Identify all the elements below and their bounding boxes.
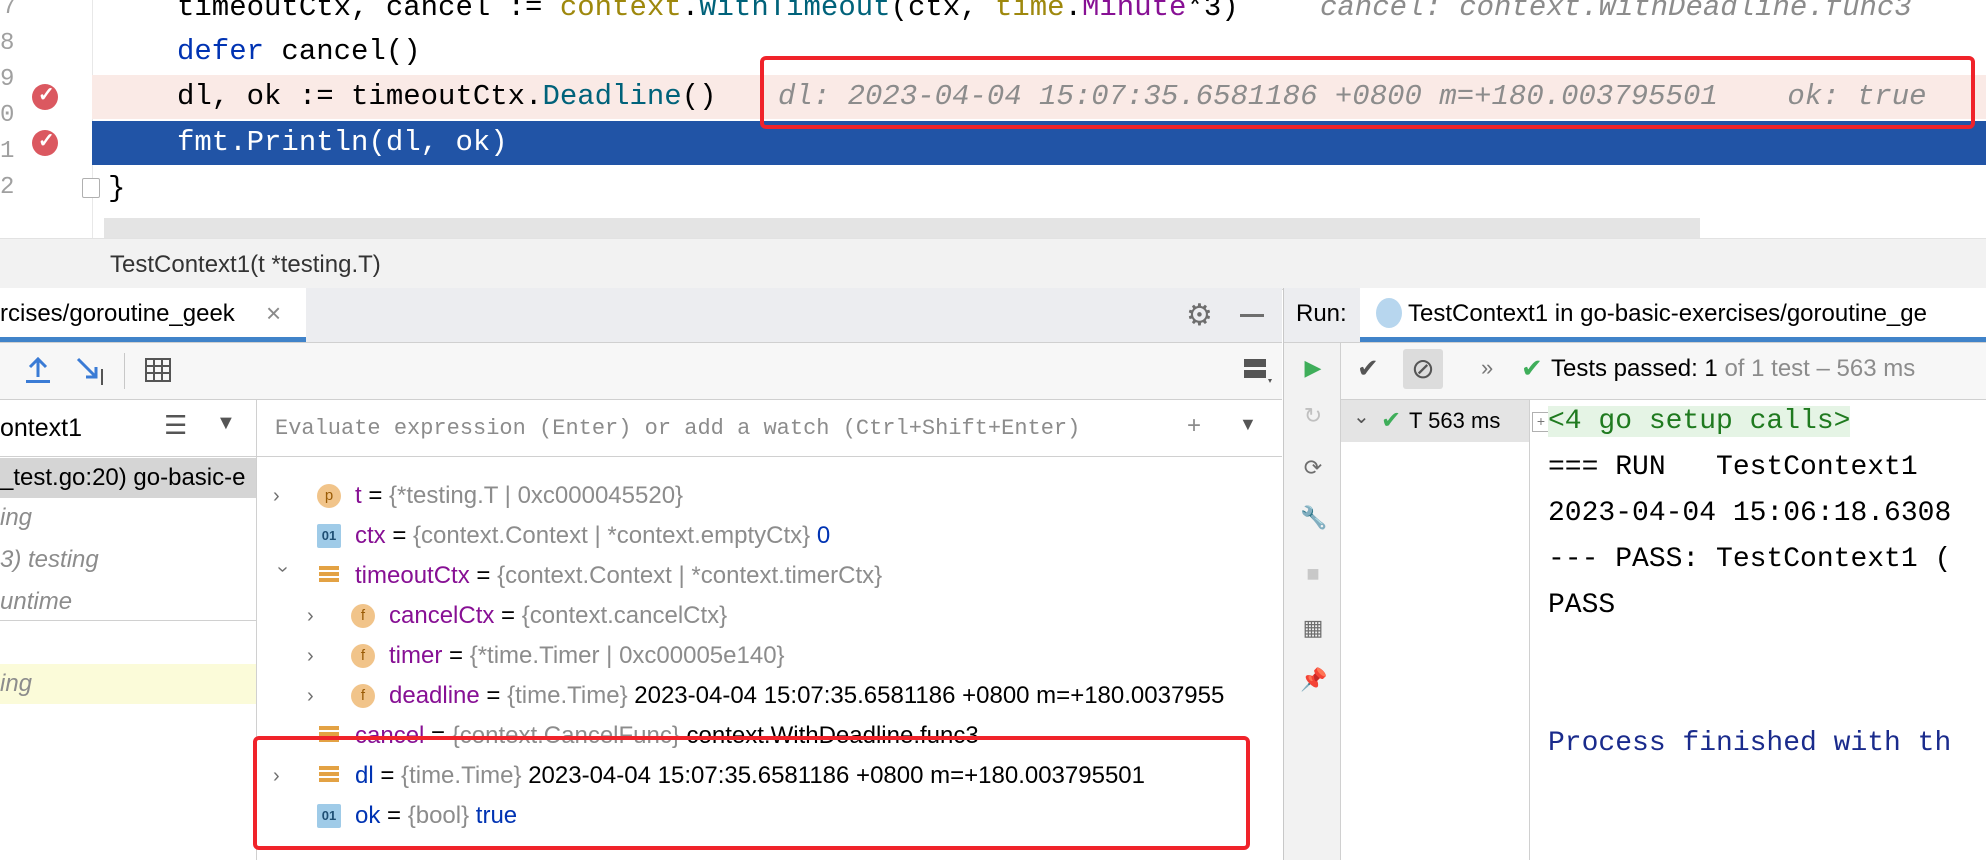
- frame-item[interactable]: _test.go:20) go-basic-e: [0, 458, 256, 498]
- rerun-failed-icon[interactable]: ↻: [1300, 403, 1326, 429]
- field-icon: f: [351, 644, 375, 668]
- console-line: Process finished with th: [1548, 728, 1952, 759]
- field-icon: f: [351, 604, 375, 628]
- debug-toolbar: [0, 343, 1282, 400]
- editor-gutter[interactable]: 7 8 9 0 1 2: [0, 0, 100, 238]
- check-icon: ✔: [1521, 353, 1543, 383]
- collapse-arrow-icon[interactable]: ›: [263, 566, 303, 586]
- run-config-tab[interactable]: TestContext1 in go-basic-exercises/gorou…: [1360, 288, 1986, 342]
- frame-item[interactable]: 3) testing: [0, 540, 256, 580]
- highlight-box: [253, 736, 1250, 850]
- debug-tab-bar: rcises/goroutine_geek × ⚙: [0, 288, 1282, 343]
- evaluate-expression-placeholder: Evaluate expression (Enter) or add a wat…: [275, 416, 1081, 441]
- highlight-box: [760, 56, 1975, 129]
- debug-tool-window: rcises/goroutine_geek × ⚙ ontext1 ☰ ▼ _t…: [0, 288, 1282, 860]
- console-line: 2023-04-04 15:06:18.6308: [1548, 498, 1952, 529]
- line-number: 1: [0, 138, 15, 165]
- add-watch-icon[interactable]: +: [1187, 412, 1201, 440]
- code-line: timeoutCtx, cancel := context.WithTimeou…: [92, 0, 1986, 30]
- gear-icon[interactable]: ⚙: [1186, 298, 1213, 333]
- evaluate-expression-field[interactable]: Evaluate expression (Enter) or add a wat…: [257, 400, 1282, 457]
- breadcrumb-item[interactable]: TestContext1(t *testing.T): [110, 251, 381, 279]
- tab-label: rcises/goroutine_geek: [0, 300, 235, 327]
- console-line: === RUN TestContext1: [1548, 452, 1918, 483]
- chevron-down-icon[interactable]: ▼: [216, 412, 236, 435]
- run-side-toolbar: ▶ ↻ ⟳ 🔧 ■ ▦ 📌: [1284, 343, 1341, 860]
- test-tree-item[interactable]: ⌄ ✔ T 563 ms: [1341, 400, 1529, 442]
- run-tab-bar: Run: TestContext1 in go-basic-exercises/…: [1284, 288, 1986, 343]
- frames-panel: ontext1 ☰ ▼ _test.go:20) go-basic-e ing …: [0, 400, 257, 860]
- line-number: 2: [0, 174, 15, 201]
- close-icon[interactable]: ×: [266, 298, 281, 329]
- struct-icon: [317, 564, 341, 588]
- line-number: 7: [2, 0, 17, 21]
- console-line: <4 go setup calls>: [1548, 406, 1851, 437]
- console-line: PASS: [1548, 590, 1616, 621]
- horizontal-scrollbar[interactable]: [104, 218, 1700, 238]
- expand-arrow-icon[interactable]: ›: [307, 596, 327, 636]
- filter-icon[interactable]: ☰: [164, 410, 187, 441]
- field-icon: f: [351, 684, 375, 708]
- breadcrumb[interactable]: TestContext1(t *testing.T): [0, 238, 1986, 290]
- console-line: --- PASS: TestContext1 (: [1548, 544, 1952, 575]
- inline-hint: cancel: context.WithDeadline.func3: [1320, 0, 1912, 24]
- console-output[interactable]: + <4 go setup calls> === RUN TestContext…: [1530, 400, 1986, 860]
- tab-label: TestContext1 in go-basic-exercises/gorou…: [1408, 300, 1927, 327]
- show-passed-icon[interactable]: ✔: [1357, 353, 1379, 384]
- rerun-icon[interactable]: ▶: [1300, 355, 1326, 381]
- frame-item[interactable]: ing: [0, 498, 256, 538]
- run-tool-window: Run: TestContext1 in go-basic-exercises/…: [1283, 288, 1986, 860]
- chevron-down-icon[interactable]: ⌄: [1353, 404, 1370, 429]
- variables-panel: Evaluate expression (Enter) or add a wat…: [253, 400, 1282, 860]
- line-number: 8: [0, 30, 15, 57]
- gopher-icon: [1376, 298, 1402, 328]
- primitive-icon: 01: [317, 524, 341, 548]
- code-editor[interactable]: 7 8 9 0 1 2 timeoutCtx, cancel := contex…: [0, 0, 1986, 238]
- expand-arrow-icon[interactable]: ›: [307, 636, 327, 676]
- breakpoint-icon[interactable]: [32, 128, 58, 156]
- line-number: 9: [0, 66, 15, 93]
- run-label: Run:: [1296, 300, 1347, 327]
- line-number: 0: [0, 102, 15, 129]
- test-tree: ⌄ ✔ T 563 ms: [1341, 400, 1530, 860]
- test-runner-toolbar: ✔ ⊘ » ✔ Tests passed: 1 of 1 test – 563 …: [1341, 343, 1986, 400]
- table-icon[interactable]: [144, 357, 172, 383]
- more-icon[interactable]: »: [1481, 355, 1493, 381]
- minimize-icon[interactable]: [1240, 314, 1264, 317]
- variable-row[interactable]: › f deadline = {time.Time} 2023-04-04 15…: [307, 676, 1282, 716]
- show-ignored-icon[interactable]: ⊘: [1403, 349, 1443, 389]
- code-line: }: [108, 172, 126, 205]
- expand-arrow-icon[interactable]: ›: [307, 676, 327, 716]
- chevron-down-icon[interactable]: ▼: [1239, 414, 1257, 435]
- layout-icon[interactable]: [1242, 357, 1274, 385]
- parameter-icon: p: [317, 484, 341, 508]
- check-icon: ✔: [1381, 407, 1402, 434]
- expand-arrow-icon[interactable]: ›: [273, 476, 293, 516]
- run-to-cursor-icon[interactable]: [74, 355, 108, 387]
- toggle-auto-test-icon[interactable]: ⟳: [1300, 455, 1326, 481]
- thread-selector[interactable]: ontext1 ☰ ▼: [0, 400, 256, 457]
- breakpoint-icon[interactable]: [32, 82, 58, 110]
- wrench-icon[interactable]: 🔧: [1300, 505, 1327, 531]
- debug-session-tab[interactable]: rcises/goroutine_geek ×: [0, 288, 306, 342]
- pin-icon[interactable]: 📌: [1300, 667, 1327, 693]
- stop-icon[interactable]: ■: [1300, 561, 1326, 587]
- layout-icon[interactable]: ▦: [1300, 615, 1326, 641]
- tests-status: Tests passed: 1 of 1 test – 563 ms: [1551, 355, 1916, 382]
- frame-item[interactable]: ing: [0, 664, 256, 704]
- step-out-icon[interactable]: [24, 355, 52, 385]
